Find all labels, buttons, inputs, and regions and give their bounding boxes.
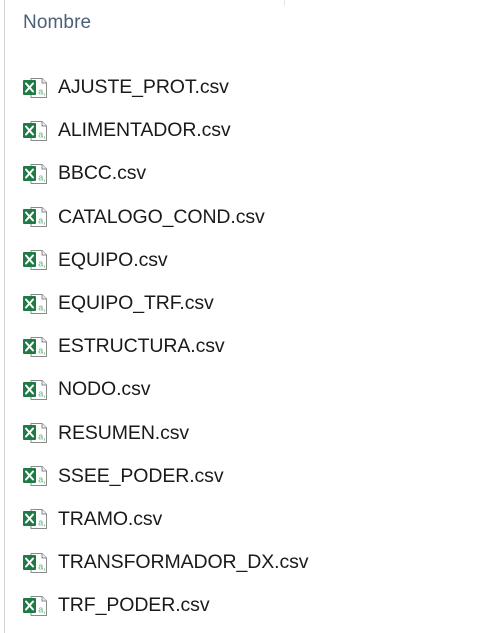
file-name: ESTRUCTURA.csv (58, 335, 225, 358)
excel-csv-file-icon: a, (22, 293, 48, 315)
excel-csv-file-icon: a, (22, 552, 48, 574)
file-name: SSEE_PODER.csv (58, 464, 224, 487)
excel-csv-file-icon: a, (22, 206, 48, 228)
list-item[interactable]: a, TRF_PODER.csv (22, 584, 492, 627)
pane-divider (4, 0, 5, 633)
excel-csv-file-icon: a, (22, 163, 48, 185)
svg-text:a,: a, (38, 604, 46, 614)
file-name: TRF_PODER.csv (58, 594, 210, 617)
excel-csv-file-icon: a, (22, 595, 48, 617)
column-resize-handle[interactable] (284, 0, 285, 6)
list-item[interactable]: a, ESTRUCTURA.csv (22, 325, 492, 368)
svg-text:a,: a, (38, 215, 46, 225)
list-item[interactable]: a, EQUIPO.csv (22, 239, 492, 282)
excel-csv-file-icon: a, (22, 379, 48, 401)
svg-text:a,: a, (38, 475, 46, 485)
list-item[interactable]: a, NODO.csv (22, 368, 492, 411)
list-item[interactable]: a, SSEE_PODER.csv (22, 455, 492, 498)
excel-csv-file-icon: a, (22, 77, 48, 99)
excel-csv-file-icon: a, (22, 508, 48, 530)
svg-text:a,: a, (38, 388, 46, 398)
excel-csv-file-icon: a, (22, 336, 48, 358)
svg-text:a,: a, (38, 345, 46, 355)
file-name: NODO.csv (58, 378, 151, 401)
svg-text:a,: a, (38, 518, 46, 528)
file-name: TRAMO.csv (58, 507, 163, 530)
list-item[interactable]: a, BBCC.csv (22, 152, 492, 195)
svg-text:a,: a, (38, 86, 46, 96)
list-item[interactable]: a, EQUIPO_TRF.csv (22, 282, 492, 325)
svg-text:a,: a, (38, 259, 46, 269)
list-item[interactable]: a, ALIMENTADOR.csv (22, 109, 492, 152)
file-name: RESUMEN.csv (58, 421, 190, 444)
excel-csv-file-icon: a, (22, 120, 48, 142)
file-name: TRANSFORMADOR_DX.csv (58, 551, 309, 574)
svg-text:a,: a, (38, 129, 46, 139)
list-item[interactable]: a, AJUSTE_PROT.csv (22, 66, 492, 109)
file-name: BBCC.csv (58, 162, 147, 185)
column-header-name[interactable]: Nombre (23, 12, 91, 34)
file-list-pane: Nombre a, AJUSTE_PROT.csv a, ALIMENTADOR… (0, 0, 502, 633)
file-name: CATALOGO_COND.csv (58, 205, 265, 228)
file-name: ALIMENTADOR.csv (58, 119, 231, 142)
list-item[interactable]: a, TRAMO.csv (22, 498, 492, 541)
file-list: a, AJUSTE_PROT.csv a, ALIMENTADOR.csv a,… (22, 66, 492, 627)
excel-csv-file-icon: a, (22, 465, 48, 487)
excel-csv-file-icon: a, (22, 422, 48, 444)
list-item[interactable]: a, CATALOGO_COND.csv (22, 196, 492, 239)
list-item[interactable]: a, RESUMEN.csv (22, 412, 492, 455)
list-item[interactable]: a, TRANSFORMADOR_DX.csv (22, 541, 492, 584)
svg-text:a,: a, (38, 302, 46, 312)
excel-csv-file-icon: a, (22, 249, 48, 271)
svg-text:a,: a, (38, 431, 46, 441)
column-header[interactable]: Nombre (5, 0, 502, 50)
svg-text:a,: a, (38, 561, 46, 571)
file-name: EQUIPO_TRF.csv (58, 292, 214, 315)
svg-text:a,: a, (38, 172, 46, 182)
file-name: AJUSTE_PROT.csv (58, 76, 229, 99)
file-name: EQUIPO.csv (58, 248, 168, 271)
